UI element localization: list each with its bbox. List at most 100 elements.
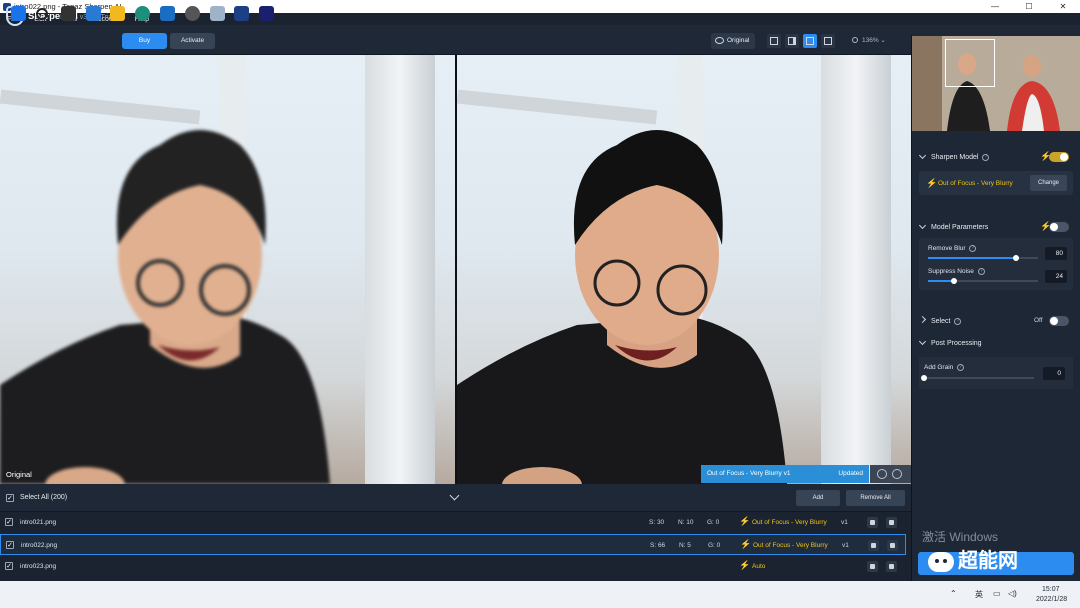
row-checkbox[interactable]: ✓ xyxy=(5,518,13,526)
row-checkbox[interactable]: ✓ xyxy=(5,562,13,570)
slider-knob[interactable] xyxy=(921,375,927,381)
row-checkbox[interactable]: ✓ xyxy=(6,541,14,549)
file-row[interactable]: ✓ intro022.png S: 66 N: 5 G: 0 ⚡ Out of … xyxy=(0,534,906,555)
brand-watermark-text: 超能网 xyxy=(958,550,1018,572)
thumbs-down-icon[interactable] xyxy=(877,469,887,479)
ime-indicator[interactable]: 英 xyxy=(975,589,983,600)
select-state: Off xyxy=(1034,317,1043,324)
maximize-button[interactable]: ☐ xyxy=(1012,0,1046,13)
store-icon[interactable] xyxy=(160,6,175,21)
split-view-button[interactable] xyxy=(785,34,799,48)
remove-blur-value[interactable]: 80 xyxy=(1045,247,1067,260)
info-icon[interactable]: ? xyxy=(969,245,977,252)
model-parameters-toggle[interactable] xyxy=(1049,222,1069,232)
suppress-noise-slider[interactable] xyxy=(928,278,1038,284)
select-all-label[interactable]: Select All (200) xyxy=(20,494,67,501)
slider-fill xyxy=(928,257,1016,259)
search-icon[interactable] xyxy=(36,8,48,20)
post-processing-header[interactable]: Post Processing xyxy=(918,337,982,347)
settings-icon[interactable] xyxy=(185,6,200,21)
thumbs-up-icon[interactable] xyxy=(892,469,902,479)
select-toggle[interactable] xyxy=(1049,316,1069,326)
edge-icon[interactable] xyxy=(135,6,150,21)
side-by-side-icon xyxy=(806,37,814,45)
remove-blur-label-row: Remove Blur ? xyxy=(928,245,977,253)
delete-button[interactable] xyxy=(887,540,898,551)
chevron-down-icon xyxy=(918,151,927,160)
clock-time[interactable]: 15:07 xyxy=(1042,586,1060,593)
lightning-icon: ⚡ xyxy=(739,516,751,526)
close-button[interactable]: ✕ xyxy=(1046,0,1080,13)
volume-icon[interactable]: ◁) xyxy=(1008,589,1017,598)
file-name: intro021.png xyxy=(20,519,57,526)
navigator-viewport[interactable] xyxy=(945,39,995,87)
file-model: Out of Focus - Very Blurry xyxy=(752,519,827,526)
chevron-right-icon xyxy=(918,315,927,324)
file-row[interactable]: ✓ intro021.png S: 30 N: 10 G: 0 ⚡ Out of… xyxy=(0,512,906,533)
minimize-button[interactable]: — xyxy=(978,0,1012,13)
noise-stat: N: 10 xyxy=(678,519,694,526)
network-icon[interactable]: ▭ xyxy=(993,589,1001,598)
original-toggle-button[interactable]: Original xyxy=(711,33,755,49)
person-photo xyxy=(457,130,787,484)
remove-all-button[interactable]: Remove All xyxy=(846,490,905,506)
select-all-checkbox[interactable]: ✓ xyxy=(6,494,14,502)
lightning-icon: ⚡ xyxy=(739,560,751,570)
brand-watermark: 超能网 xyxy=(928,544,1018,573)
remove-blur-label: Remove Blur xyxy=(928,245,966,253)
preview-eye-button[interactable] xyxy=(868,540,879,551)
sharpened-preview[interactable] xyxy=(457,55,911,484)
sharpen-model-header[interactable]: Sharpen Model ? xyxy=(918,151,990,161)
delete-button[interactable] xyxy=(886,561,897,572)
start-icon[interactable] xyxy=(11,6,26,21)
grain-stat: G: 0 xyxy=(707,519,720,526)
sharpen-model-toggle[interactable] xyxy=(1049,152,1069,162)
split-view-icon xyxy=(788,37,796,45)
original-preview[interactable] xyxy=(0,55,455,484)
tray-chevron-icon[interactable]: ⌃ xyxy=(950,589,957,598)
toggle-knob xyxy=(1050,223,1058,231)
navigator-thumbnail[interactable] xyxy=(912,36,1080,131)
add-grain-label-row: Add Grain ? xyxy=(924,364,965,371)
file-name: intro023.png xyxy=(20,563,57,570)
slider-knob[interactable] xyxy=(951,278,957,284)
suppress-noise-value[interactable]: 24 xyxy=(1045,270,1067,283)
activate-button[interactable]: Activate xyxy=(170,33,215,49)
slider-knob[interactable] xyxy=(1013,255,1019,261)
preview-eye-button[interactable] xyxy=(867,517,878,528)
monitor-app-icon[interactable] xyxy=(210,6,225,21)
file-explorer-icon[interactable] xyxy=(110,6,125,21)
toggle-knob xyxy=(1060,153,1068,161)
buy-button[interactable]: Buy xyxy=(122,33,167,49)
file-name: intro022.png xyxy=(21,542,58,549)
eye-slash-icon xyxy=(715,37,724,44)
clock-date[interactable]: 2022/1/28 xyxy=(1036,596,1067,603)
sharpen-ai-taskbar-icon[interactable] xyxy=(234,6,249,21)
single-view-button[interactable] xyxy=(767,34,781,48)
add-grain-value[interactable]: 0 xyxy=(1043,367,1065,380)
lightning-icon: ⚡ xyxy=(926,178,938,188)
info-icon[interactable]: ? xyxy=(954,317,962,325)
comparison-view-button[interactable] xyxy=(821,34,835,48)
info-icon[interactable]: ? xyxy=(977,268,985,275)
delete-button[interactable] xyxy=(886,517,897,528)
change-model-button[interactable]: Change xyxy=(1030,175,1067,191)
widgets-icon[interactable] xyxy=(86,6,101,21)
zoom-level: 136% xyxy=(862,37,879,44)
preview-eye-button[interactable] xyxy=(867,561,878,572)
side-by-side-view-button[interactable] xyxy=(803,34,817,48)
model-parameters-header[interactable]: Model Parameters xyxy=(918,221,988,231)
toggle-knob xyxy=(1050,317,1058,325)
add-button[interactable]: Add xyxy=(796,490,840,506)
media-encoder-icon[interactable] xyxy=(259,6,274,21)
file-row[interactable]: ✓ intro023.png ⚡ Auto xyxy=(0,556,906,577)
task-view-icon[interactable] xyxy=(61,6,76,21)
zoom-control[interactable]: 136% ⌄ xyxy=(848,34,904,48)
info-icon[interactable]: ? xyxy=(982,153,990,161)
info-icon[interactable]: ? xyxy=(957,364,965,371)
windows-taskbar xyxy=(0,581,1080,608)
eye-icon xyxy=(871,543,876,548)
remove-blur-slider[interactable] xyxy=(928,255,1038,261)
add-grain-slider[interactable] xyxy=(921,375,1034,381)
select-header[interactable]: Select ? xyxy=(918,315,962,325)
